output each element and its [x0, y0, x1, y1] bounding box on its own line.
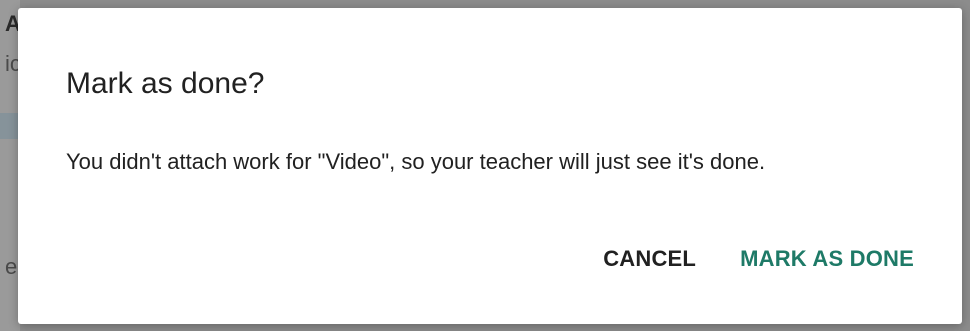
background-highlight-band [0, 113, 20, 139]
dialog-actions: CANCEL MARK AS DONE [603, 246, 914, 272]
mark-as-done-button[interactable]: MARK AS DONE [740, 246, 914, 272]
dialog-message: You didn't attach work for "Video", so y… [66, 149, 766, 174]
background-page: A ic e [0, 0, 20, 331]
mark-as-done-dialog: Mark as done? You didn't attach work for… [18, 8, 962, 324]
background-text-fragment: e [5, 254, 18, 279]
cancel-button[interactable]: CANCEL [603, 246, 696, 272]
dialog-title: Mark as done? [66, 67, 265, 100]
